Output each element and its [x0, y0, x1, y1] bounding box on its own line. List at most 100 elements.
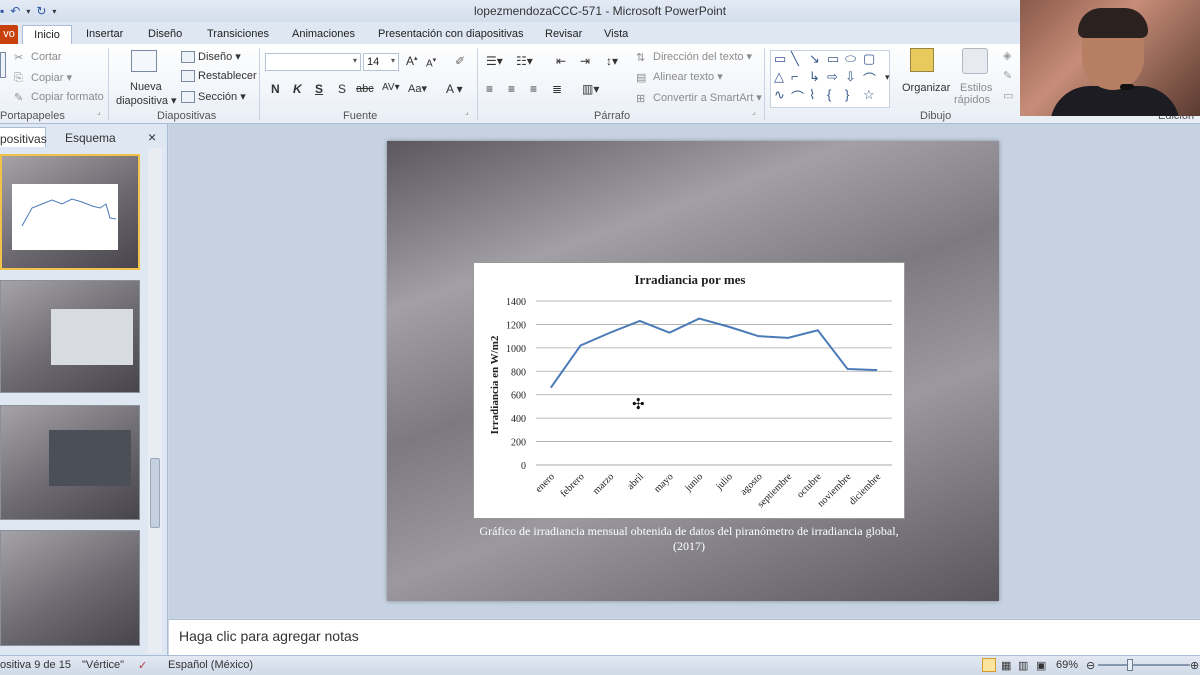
down-arrow-shape-icon[interactable]: ⇩ [845, 69, 856, 85]
arrange-button[interactable]: Organizar [902, 82, 950, 94]
decrease-indent-icon[interactable]: ⇤ [556, 54, 566, 68]
justify-icon[interactable]: ≣ [552, 82, 562, 96]
line-spacing-icon[interactable]: ↕▾ [606, 54, 618, 68]
format-painter-button[interactable]: ✎ Copiar formato [14, 91, 104, 104]
zoom-slider[interactable] [1098, 664, 1190, 666]
arc-shape-icon[interactable]: ⌒ [791, 87, 804, 106]
smartart-button[interactable]: ⊞ Convertir a SmartArt ▾ [636, 91, 762, 105]
underline-icon[interactable]: S [315, 82, 323, 96]
scrollbar-thumb[interactable] [150, 458, 160, 528]
font-color-icon[interactable]: A ▾ [446, 82, 463, 96]
numbering-icon[interactable]: ☷▾ [516, 54, 533, 68]
slide-thumbnail-12[interactable] [0, 530, 140, 646]
tab-animaciones[interactable]: Animaciones [292, 25, 355, 44]
paragraph-launcher-icon[interactable]: ⌟ [752, 107, 756, 116]
triangle-shape-icon[interactable]: △ [774, 69, 784, 85]
star-shape-icon[interactable]: ☆ [863, 87, 875, 103]
spacing-icon[interactable]: AV▾ [382, 82, 400, 93]
left-brace-shape-icon[interactable]: { [827, 87, 831, 102]
curve-shape-icon[interactable]: ∿ [774, 87, 785, 103]
quick-styles-label-1[interactable]: Estilos [960, 82, 992, 94]
columns-icon[interactable]: ▥▾ [582, 82, 599, 96]
arrange-icon[interactable] [910, 48, 940, 78]
shadow-icon[interactable]: S [338, 82, 346, 96]
tab-diseno[interactable]: Diseño [148, 25, 182, 44]
zoom-in-icon[interactable]: ⊕ [1190, 659, 1199, 672]
bold-icon[interactable]: N [271, 82, 280, 96]
shape-outline-icon[interactable]: ✎ [1003, 69, 1012, 82]
font-size-dropdown-icon[interactable]: ▾ [391, 56, 395, 65]
cut-button[interactable]: ✂ Cortar [14, 51, 62, 64]
reading-view-icon[interactable]: ▥ [1018, 659, 1028, 672]
normal-view-icon[interactable] [982, 658, 996, 672]
font-size-box[interactable]: 14 ▾ [363, 53, 399, 71]
shape-fill-icon[interactable]: ◈ [1003, 49, 1011, 62]
scribble-shape-icon[interactable]: ⌇ [809, 87, 815, 103]
quick-styles-label-2[interactable]: rápidos [954, 94, 990, 106]
clear-format-icon[interactable]: ✐ [455, 54, 465, 68]
shape-effects-icon[interactable]: ▭ [1003, 89, 1013, 102]
zoom-slider-handle[interactable] [1127, 659, 1133, 671]
slide-thumbnail-11[interactable] [0, 405, 140, 520]
tab-inicio[interactable]: Inicio [22, 25, 72, 44]
copy-button[interactable]: ⎘ Copiar ▾ [14, 71, 72, 84]
tab-vista[interactable]: Vista [604, 25, 628, 44]
oval-shape-icon[interactable]: ⬭ [845, 51, 856, 67]
change-case-icon[interactable]: Aa▾ [408, 82, 427, 95]
elbow-arrow-icon[interactable]: ↳ [809, 69, 820, 85]
reset-button[interactable]: Restablecer [181, 70, 257, 83]
tab-slides[interactable]: positivas [0, 127, 47, 147]
new-slide-label-1[interactable]: Nueva [130, 81, 162, 93]
new-slide-label-2[interactable]: diapositiva ▾ [116, 94, 177, 107]
panel-scrollbar[interactable] [148, 148, 162, 653]
align-text-button[interactable]: ▤ Alinear texto ▾ [636, 70, 723, 84]
tab-presentacion[interactable]: Presentación con diapositivas [378, 25, 524, 44]
shapes-gallery[interactable]: ▭ ╲ ↘ ▭ ⬭ ▢ △ ⌐ ↳ ⇨ ⇩ ⌒ ∿ ⌒ ⌇ { } ☆ [770, 50, 890, 108]
clipboard-launcher-icon[interactable]: ⌟ [97, 107, 101, 116]
slide-thumbnail-9[interactable] [0, 154, 140, 270]
elbow-connector-icon[interactable]: ⌐ [791, 69, 799, 84]
textbox-shape-icon[interactable]: ▭ [774, 51, 786, 67]
strikethrough-icon[interactable]: abc [356, 83, 374, 95]
zoom-level[interactable]: 69% [1056, 659, 1078, 671]
chart-object[interactable]: Irradiancia por mes Irradiancia en W/m2 … [473, 262, 905, 519]
zoom-out-icon[interactable]: ⊖ [1086, 659, 1095, 672]
section-button[interactable]: Sección ▾ [181, 90, 246, 104]
new-slide-icon[interactable] [131, 50, 159, 74]
font-launcher-icon[interactable]: ⌟ [465, 107, 469, 116]
tab-transiciones[interactable]: Transiciones [207, 25, 269, 44]
bullets-icon[interactable]: ☰▾ [486, 54, 503, 68]
align-left-icon[interactable]: ≡ [486, 82, 493, 96]
shapes-more-icon[interactable]: ▾ [885, 72, 890, 83]
slide-thumbnail-10[interactable] [0, 280, 140, 393]
quick-styles-icon[interactable] [962, 48, 992, 78]
slideshow-view-icon[interactable]: ▣ [1036, 659, 1046, 672]
notes-pane[interactable]: Haga clic para agregar notas [169, 619, 1200, 655]
tab-outline[interactable]: Esquema [65, 127, 116, 147]
rectangle-shape-icon[interactable]: ▭ [827, 51, 839, 67]
freeform-shape-icon[interactable]: ⌒ [863, 69, 876, 88]
slide-caption[interactable]: Gráfico de irradiancia mensual obtenida … [473, 524, 905, 554]
font-dropdown-icon[interactable]: ▾ [353, 56, 357, 65]
italic-icon[interactable]: K [293, 82, 302, 96]
text-direction-button[interactable]: ⇅ Dirección del texto ▾ [636, 50, 752, 64]
close-panel-icon[interactable]: × [148, 125, 156, 145]
right-brace-shape-icon[interactable]: } [845, 87, 849, 102]
spellcheck-icon[interactable]: ✓ [138, 659, 147, 672]
paste-icon[interactable] [0, 52, 9, 78]
rounded-rect-shape-icon[interactable]: ▢ [863, 51, 875, 67]
tab-insertar[interactable]: Insertar [86, 25, 123, 44]
font-family-box[interactable]: ▾ [265, 53, 361, 71]
shrink-font-icon[interactable]: A▾ [426, 56, 436, 69]
right-arrow-shape-icon[interactable]: ⇨ [827, 69, 838, 85]
language-indicator[interactable]: Español (México) [168, 659, 253, 671]
theme-name[interactable]: "Vértice" [82, 659, 124, 671]
layout-button[interactable]: Diseño ▾ [181, 50, 241, 64]
align-center-icon[interactable]: ≡ [508, 82, 515, 96]
align-right-icon[interactable]: ≡ [530, 82, 537, 96]
tab-file[interactable]: vo [0, 25, 18, 44]
line-shape-icon[interactable]: ╲ [791, 51, 799, 67]
slide-sorter-view-icon[interactable]: ▦ [1001, 659, 1011, 672]
tab-revisar[interactable]: Revisar [545, 25, 582, 44]
arrow-line-shape-icon[interactable]: ↘ [809, 51, 820, 67]
